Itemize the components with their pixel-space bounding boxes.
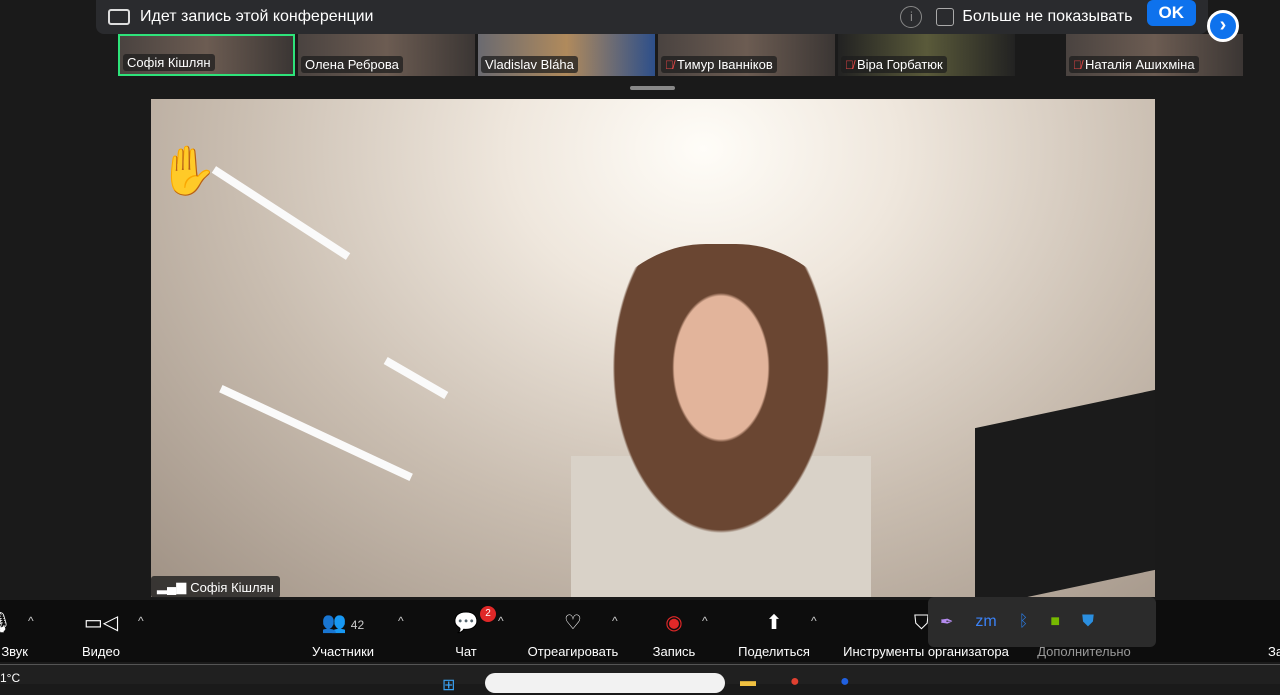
system-tray-overflow: ✒ zm ᛒ ■ ⛊	[928, 597, 1156, 647]
weather-temp: 1°C	[0, 671, 21, 685]
end-button[interactable]: За	[1268, 608, 1280, 659]
dont-show-label[interactable]: Больше не показывать	[962, 8, 1132, 26]
main-video	[151, 99, 1155, 597]
video-button[interactable]: ▭◁ Видео	[76, 608, 126, 659]
mic-muted-icon: 🎙̸	[665, 57, 674, 72]
react-button[interactable]: ♡ Отреагировать	[524, 608, 622, 659]
participant-name: Олена Реброва	[305, 57, 399, 72]
share-screen-icon: ⬆	[765, 612, 783, 634]
participant-name: Тимур Іванніков	[677, 57, 773, 72]
next-page-button[interactable]: ›	[1207, 10, 1239, 42]
participant-name: Vladislav Bláha	[485, 57, 574, 72]
video-name-label: ▂▄▆ Софія Кішлян	[151, 576, 280, 598]
strip-resize-handle[interactable]	[630, 86, 675, 90]
ok-button[interactable]: OK	[1146, 0, 1196, 26]
shelf	[383, 357, 449, 399]
audio-button[interactable]: 🎙Звук	[0, 608, 28, 659]
microphone-icon: 🎙	[0, 608, 20, 638]
recording-camera-icon	[108, 9, 130, 25]
participant-name: Софія Кішлян	[127, 55, 211, 70]
windows-start-icon[interactable]: ⊞	[442, 675, 455, 695]
app-icon[interactable]: ●	[840, 673, 850, 691]
tv	[975, 389, 1155, 597]
share-caret[interactable]: ^	[811, 614, 817, 628]
react-caret[interactable]: ^	[612, 614, 618, 628]
nvidia-icon[interactable]: ■	[1050, 613, 1060, 631]
participants-icon: 👥	[321, 612, 347, 634]
participant-tile[interactable]: 🎙̸ Тимур Іванніков	[658, 34, 835, 76]
mic-muted-icon: 🎙̸	[845, 57, 854, 72]
raised-hand-icon: ✋	[158, 145, 218, 198]
record-icon: ◉	[665, 612, 683, 634]
shelf	[211, 166, 351, 260]
chat-button[interactable]: 💬 2 Чат	[446, 606, 496, 659]
participant-tile[interactable]: Софія Кішлян	[118, 34, 295, 76]
heart-icon: ♡	[564, 612, 582, 634]
participant-tile[interactable]: 🎙̸ Віра Горбатюк	[838, 34, 1015, 76]
dont-show-checkbox[interactable]	[936, 8, 955, 26]
recording-text: Идет запись этой конференции	[140, 8, 374, 25]
camera-icon: ▭◁	[83, 612, 119, 634]
shelf	[219, 384, 413, 482]
defender-warning-icon[interactable]: ⛊	[1082, 613, 1094, 631]
video-caret[interactable]: ^	[138, 614, 144, 628]
signal-icon: ▂▄▆	[157, 579, 187, 594]
record-button[interactable]: ◉ Запись	[650, 608, 698, 659]
participants-caret[interactable]: ^	[398, 614, 404, 628]
speaker	[571, 244, 871, 597]
chat-caret[interactable]: ^	[498, 614, 504, 628]
share-button[interactable]: ⬆ Поделиться	[736, 608, 812, 659]
participants-button[interactable]: 👥 42 Участники	[308, 608, 378, 659]
recording-banner: Идет запись этой конференции i Больше не…	[96, 0, 1208, 34]
taskbar-search[interactable]	[485, 673, 725, 693]
participant-tile[interactable]: Vladislav Bláha	[478, 34, 655, 76]
record-caret[interactable]: ^	[702, 614, 708, 628]
chat-icon: 💬	[453, 612, 479, 634]
zoom-icon[interactable]: zm	[975, 613, 996, 631]
bluetooth-icon[interactable]: ᛒ	[1019, 613, 1029, 631]
audio-caret[interactable]: ^	[28, 614, 34, 628]
mic-muted-icon: 🎙̸	[1073, 57, 1082, 72]
participant-name: Наталія Ашихміна	[1085, 57, 1195, 72]
taskbar: 1°C ⊞ ▬ ● ●	[0, 664, 1280, 694]
info-icon[interactable]: i	[900, 6, 923, 28]
participant-name: Віра Горбатюк	[857, 57, 943, 72]
participant-tile[interactable]: Олена Реброва	[298, 34, 475, 76]
pen-icon[interactable]: ✒	[940, 612, 953, 632]
chat-badge: 2	[480, 606, 496, 622]
participant-strip: Софія Кішлян Олена Реброва Vladislav Blá…	[118, 34, 1243, 76]
file-explorer-icon[interactable]: ▬	[740, 673, 756, 691]
app-icon[interactable]: ●	[790, 673, 800, 691]
